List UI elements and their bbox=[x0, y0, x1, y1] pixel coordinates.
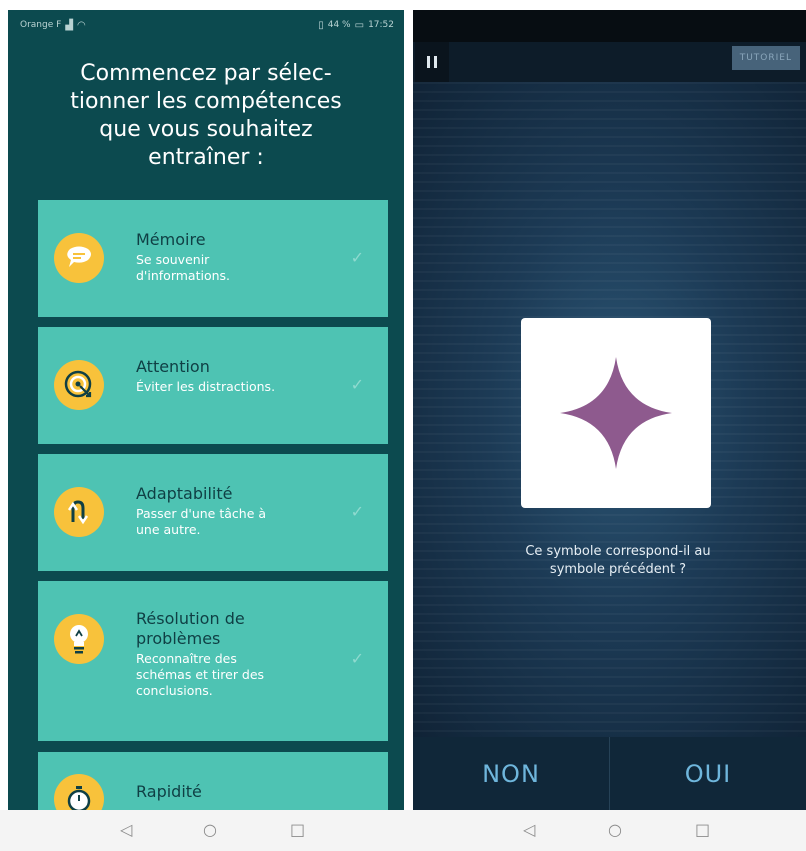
skill-card-resolution-problemes[interactable]: Résolution de problèmes Reconnaître des … bbox=[38, 581, 388, 741]
back-icon[interactable]: ◁ bbox=[120, 820, 132, 840]
skill-description: Se souvenir bbox=[136, 252, 210, 267]
home-icon[interactable]: ○ bbox=[608, 820, 622, 840]
skill-description: Reconnaître des bbox=[136, 651, 237, 666]
answer-bar: NON OUI bbox=[413, 737, 806, 810]
skill-description: Passer d'une tâche à bbox=[136, 506, 267, 521]
signal-icon: ▟ bbox=[65, 19, 73, 31]
page-title: Commencez par sélec- tionner les compéte… bbox=[70, 61, 342, 170]
symbol-card bbox=[521, 318, 711, 508]
pause-icon bbox=[427, 56, 430, 68]
skill-description: d'informations. bbox=[136, 268, 231, 283]
check-icon: ✓ bbox=[350, 502, 364, 521]
vibrate-icon: ▯ bbox=[318, 19, 324, 31]
tutorial-button[interactable]: TUTORIEL bbox=[731, 46, 800, 70]
skill-title: problèmes bbox=[136, 629, 221, 648]
skills-selection-screen: Orange F ▟ ◠ ▯ 44 % ▭ 17:52 Commencez pa… bbox=[8, 10, 404, 810]
wifi-icon: ◠ bbox=[77, 19, 86, 31]
skill-description: Éviter les distractions. bbox=[136, 379, 276, 394]
skill-title: Attention bbox=[136, 357, 210, 376]
recent-apps-icon[interactable]: □ bbox=[290, 820, 305, 840]
check-icon: ✓ bbox=[350, 649, 364, 668]
skill-card-memoire[interactable]: Mémoire Se souvenir d'informations. ✓ bbox=[38, 200, 388, 317]
target-icon bbox=[54, 360, 104, 410]
skill-description: conclusions. bbox=[136, 683, 213, 698]
skill-description: une autre. bbox=[136, 522, 201, 537]
skill-title: Résolution de bbox=[136, 609, 245, 628]
game-area: Ce symbole correspond-il au symbole préc… bbox=[413, 82, 806, 737]
skill-title: Adaptabilité bbox=[136, 484, 233, 503]
status-time: 17:52 bbox=[368, 20, 394, 30]
yes-button[interactable]: OUI bbox=[610, 737, 806, 810]
status-bar: Orange F ▟ ◠ ▯ 44 % ▭ 17:52 bbox=[8, 10, 404, 40]
stopwatch-icon bbox=[54, 774, 104, 810]
skill-title: Rapidité bbox=[136, 782, 202, 801]
recent-apps-icon[interactable]: □ bbox=[695, 820, 710, 840]
carrier-name: Orange F bbox=[20, 20, 62, 30]
navigation-bar: ◁ ○ □ ◁ ○ □ bbox=[0, 810, 806, 851]
battery-percent: 44 % bbox=[327, 20, 351, 30]
skill-card-rapidite[interactable]: Rapidité bbox=[38, 752, 388, 810]
symbol-match-game-screen: TUTORIEL Ce symbole correspond-il au sym… bbox=[413, 10, 806, 810]
speech-bubble-icon bbox=[54, 233, 104, 283]
no-button[interactable]: NON bbox=[413, 737, 609, 810]
four-point-star-icon bbox=[560, 357, 672, 469]
battery-icon: ▭ bbox=[354, 19, 365, 31]
skill-title: Mémoire bbox=[136, 230, 206, 249]
pause-button[interactable] bbox=[415, 42, 449, 82]
back-icon[interactable]: ◁ bbox=[523, 820, 535, 840]
lightbulb-icon bbox=[54, 614, 104, 664]
check-icon: ✓ bbox=[350, 375, 364, 394]
skill-card-adaptabilite[interactable]: Adaptabilité Passer d'une tâche à une au… bbox=[38, 454, 388, 571]
skill-description: schémas et tirer des bbox=[136, 667, 265, 682]
home-icon[interactable]: ○ bbox=[203, 820, 217, 840]
question-text: Ce symbole correspond-il au symbole préc… bbox=[525, 544, 711, 577]
skill-card-attention[interactable]: Attention Éviter les distractions. ✓ bbox=[38, 327, 388, 444]
switch-arrows-icon bbox=[54, 487, 104, 537]
check-icon: ✓ bbox=[350, 248, 364, 267]
status-bar bbox=[413, 10, 806, 42]
